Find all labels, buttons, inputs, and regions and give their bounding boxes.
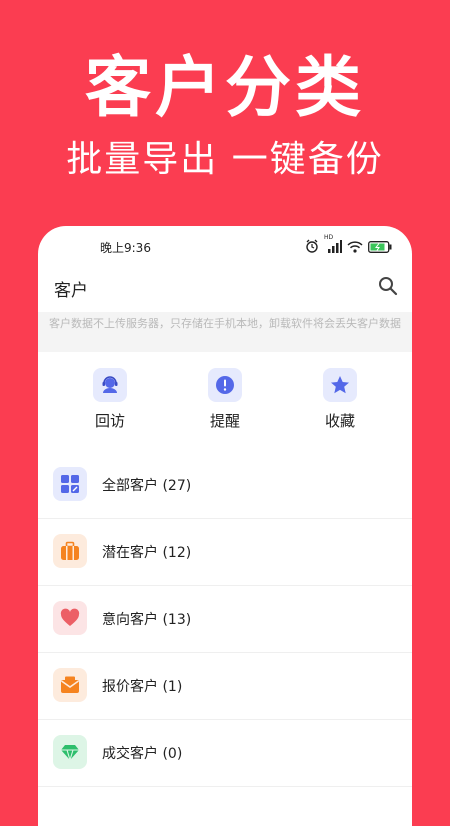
app-bar: 客户 xyxy=(38,264,412,312)
quick-action-reminder[interactable]: 提醒 xyxy=(185,368,265,431)
network-label: HD xyxy=(324,234,334,241)
category-label: 报价客户 (1) xyxy=(102,679,183,695)
category-row-intent[interactable]: 意向客户 (13) xyxy=(38,586,412,653)
status-bar: 晚上9:36 HD xyxy=(38,226,412,264)
promo-title: 客户分类 xyxy=(85,49,365,126)
category-row-potential[interactable]: 潜在客户 (12) xyxy=(38,519,412,586)
mail-icon xyxy=(53,668,87,702)
quick-action-favorite[interactable]: 收藏 xyxy=(300,368,380,431)
heart-icon xyxy=(53,601,87,635)
alert-icon xyxy=(208,368,242,402)
briefcase-icon xyxy=(53,534,87,568)
category-label: 意向客户 (13) xyxy=(102,612,192,628)
quick-action-label: 回访 xyxy=(94,412,125,430)
headset-icon xyxy=(93,368,127,402)
category-label: 潜在客户 (12) xyxy=(102,545,192,561)
alarm-icon xyxy=(305,238,319,257)
quick-actions: 回访 提醒 收藏 xyxy=(38,368,412,446)
page-title: 客户 xyxy=(54,281,88,301)
wifi-icon xyxy=(347,238,363,257)
quick-action-label: 提醒 xyxy=(209,412,240,430)
category-row-quote[interactable]: 报价客户 (1) xyxy=(38,653,412,720)
quick-action-label: 收藏 xyxy=(324,412,355,430)
promo-subtitle: 批量导出 一键备份 xyxy=(66,139,384,180)
category-row-deal[interactable]: 成交客户 (0) xyxy=(38,720,412,787)
privacy-notice: 客户数据不上传服务器，只存储在手机本地，卸载软件将会丢失客户数据 xyxy=(38,312,412,352)
signal-icon: HD xyxy=(324,234,342,257)
category-row-all[interactable]: 全部客户 (27) xyxy=(38,452,412,519)
search-icon[interactable] xyxy=(376,274,400,298)
battery-icon xyxy=(368,238,392,257)
category-label: 全部客户 (27) xyxy=(102,478,192,494)
status-icons: HD xyxy=(305,234,392,257)
promo-banner: 客户分类 批量导出 一键备份 xyxy=(0,0,450,226)
grid-icon xyxy=(53,467,87,501)
category-label: 成交客户 (0) xyxy=(102,746,183,762)
quick-action-callback[interactable]: 回访 xyxy=(70,368,150,431)
star-icon xyxy=(323,368,357,402)
category-list: 全部客户 (27) 潜在客户 (12) 意向客户 (13) 报价客户 (1) 成… xyxy=(38,452,412,787)
phone-screen: 晚上9:36 HD 客户 客户数据不上传服务器，只存储在手机本地，卸载软件将会丢… xyxy=(38,226,412,826)
diamond-icon xyxy=(53,735,87,769)
status-time: 晚上9:36 xyxy=(100,241,151,255)
